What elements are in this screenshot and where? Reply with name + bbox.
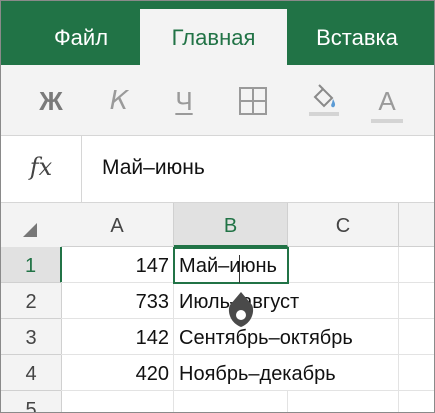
column-header-b[interactable]: B [174,203,288,247]
tab-home[interactable]: Главная [140,9,287,65]
row-header-2[interactable]: 2 [1,283,62,319]
fill-color-icon [309,84,339,116]
underline-button[interactable]: Ч [164,83,204,119]
spreadsheet-grid: A B C 1 147 Май–июнь 2 733 Июль–август 3… [1,203,434,412]
tab-insert[interactable]: Вставка [301,9,413,65]
borders-icon [239,87,267,115]
column-header-c[interactable]: C [288,203,399,247]
ribbon-toolbar: Ж К Ч А [1,65,434,136]
active-cell-border [173,247,289,284]
formula-input[interactable]: Май–июнь [102,136,205,202]
fill-color-button[interactable] [303,83,343,119]
row-header-3[interactable]: 3 [1,319,62,355]
cell-b2[interactable]: Июль–август [174,283,399,319]
column-header-a[interactable]: A [61,203,174,247]
cell-c5[interactable] [288,391,399,412]
cell-b5[interactable] [174,391,288,412]
cell-d4[interactable] [399,355,434,391]
cell-a1[interactable]: 147 [61,247,174,283]
italic-button[interactable]: К [99,83,139,119]
formula-bar: fx Май–июнь [1,136,434,203]
cell-a3[interactable]: 142 [61,319,174,355]
font-color-bar [371,119,403,123]
column-header-d[interactable] [399,203,434,247]
selection-handle-icon[interactable] [228,291,254,329]
cell-a2[interactable]: 733 [61,283,174,319]
select-all-icon [23,223,37,237]
bold-button[interactable]: Ж [31,83,71,119]
cell-a4[interactable]: 420 [61,355,174,391]
cell-a5[interactable] [61,391,174,412]
row-header-5[interactable]: 5 [1,391,62,412]
row-header-4[interactable]: 4 [1,355,62,391]
row-header-1[interactable]: 1 [1,247,62,283]
cell-d3[interactable] [399,319,434,355]
ribbon-tab-bar: Файл Главная Вставка [1,1,434,65]
text-cursor [239,255,240,283]
cell-d2[interactable] [399,283,434,319]
function-icon[interactable]: fx [1,136,82,202]
cell-c1[interactable] [288,247,399,283]
font-color-label: А [378,86,396,116]
borders-button[interactable] [233,83,273,119]
cell-b4[interactable]: Ноябрь–декабрь [174,355,399,391]
cell-b3[interactable]: Сентябрь–октябрь [174,319,399,355]
cell-d1[interactable] [399,247,434,283]
font-color-button[interactable]: А [367,83,407,123]
select-all-button[interactable] [1,203,62,248]
excel-window: Файл Главная Вставка Ж К Ч А fx Май–июнь… [0,0,435,413]
tab-file[interactable]: Файл [35,9,127,65]
